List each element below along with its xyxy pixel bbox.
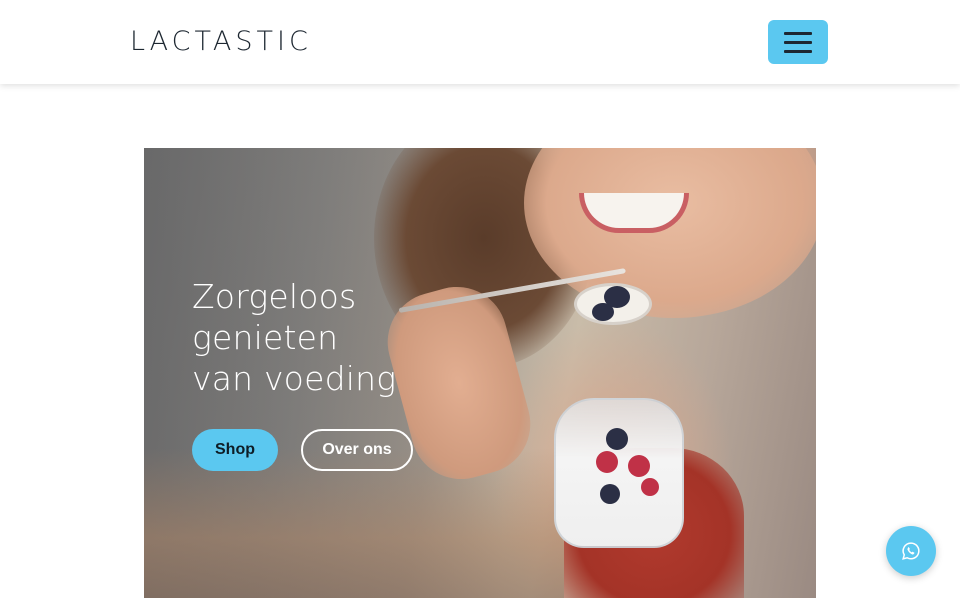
raspberry: [641, 478, 659, 496]
blueberry: [606, 428, 628, 450]
whatsapp-icon: [902, 542, 920, 560]
hamburger-menu-icon-line: [784, 50, 812, 53]
blueberry: [600, 484, 620, 504]
whatsapp-button[interactable]: [886, 526, 936, 576]
raspberry: [628, 455, 650, 477]
logo[interactable]: LACTASTIC: [130, 26, 312, 58]
hero-title-line: van voeding: [192, 359, 397, 398]
hamburger-menu-icon-line: [784, 41, 812, 44]
blueberry: [592, 303, 614, 321]
hamburger-menu-icon: [784, 32, 812, 35]
shop-button[interactable]: Shop: [192, 429, 278, 471]
site-header: LACTASTIC: [0, 0, 960, 84]
hero-title: Zorgeloos genieten van voeding: [192, 276, 452, 399]
hero-title-line: Zorgeloos: [192, 277, 357, 316]
hero-yogurt-jar: [554, 398, 684, 548]
raspberry: [596, 451, 618, 473]
about-button[interactable]: Over ons: [301, 429, 413, 471]
hero-title-line: genieten: [192, 318, 339, 357]
menu-button[interactable]: [768, 20, 828, 64]
